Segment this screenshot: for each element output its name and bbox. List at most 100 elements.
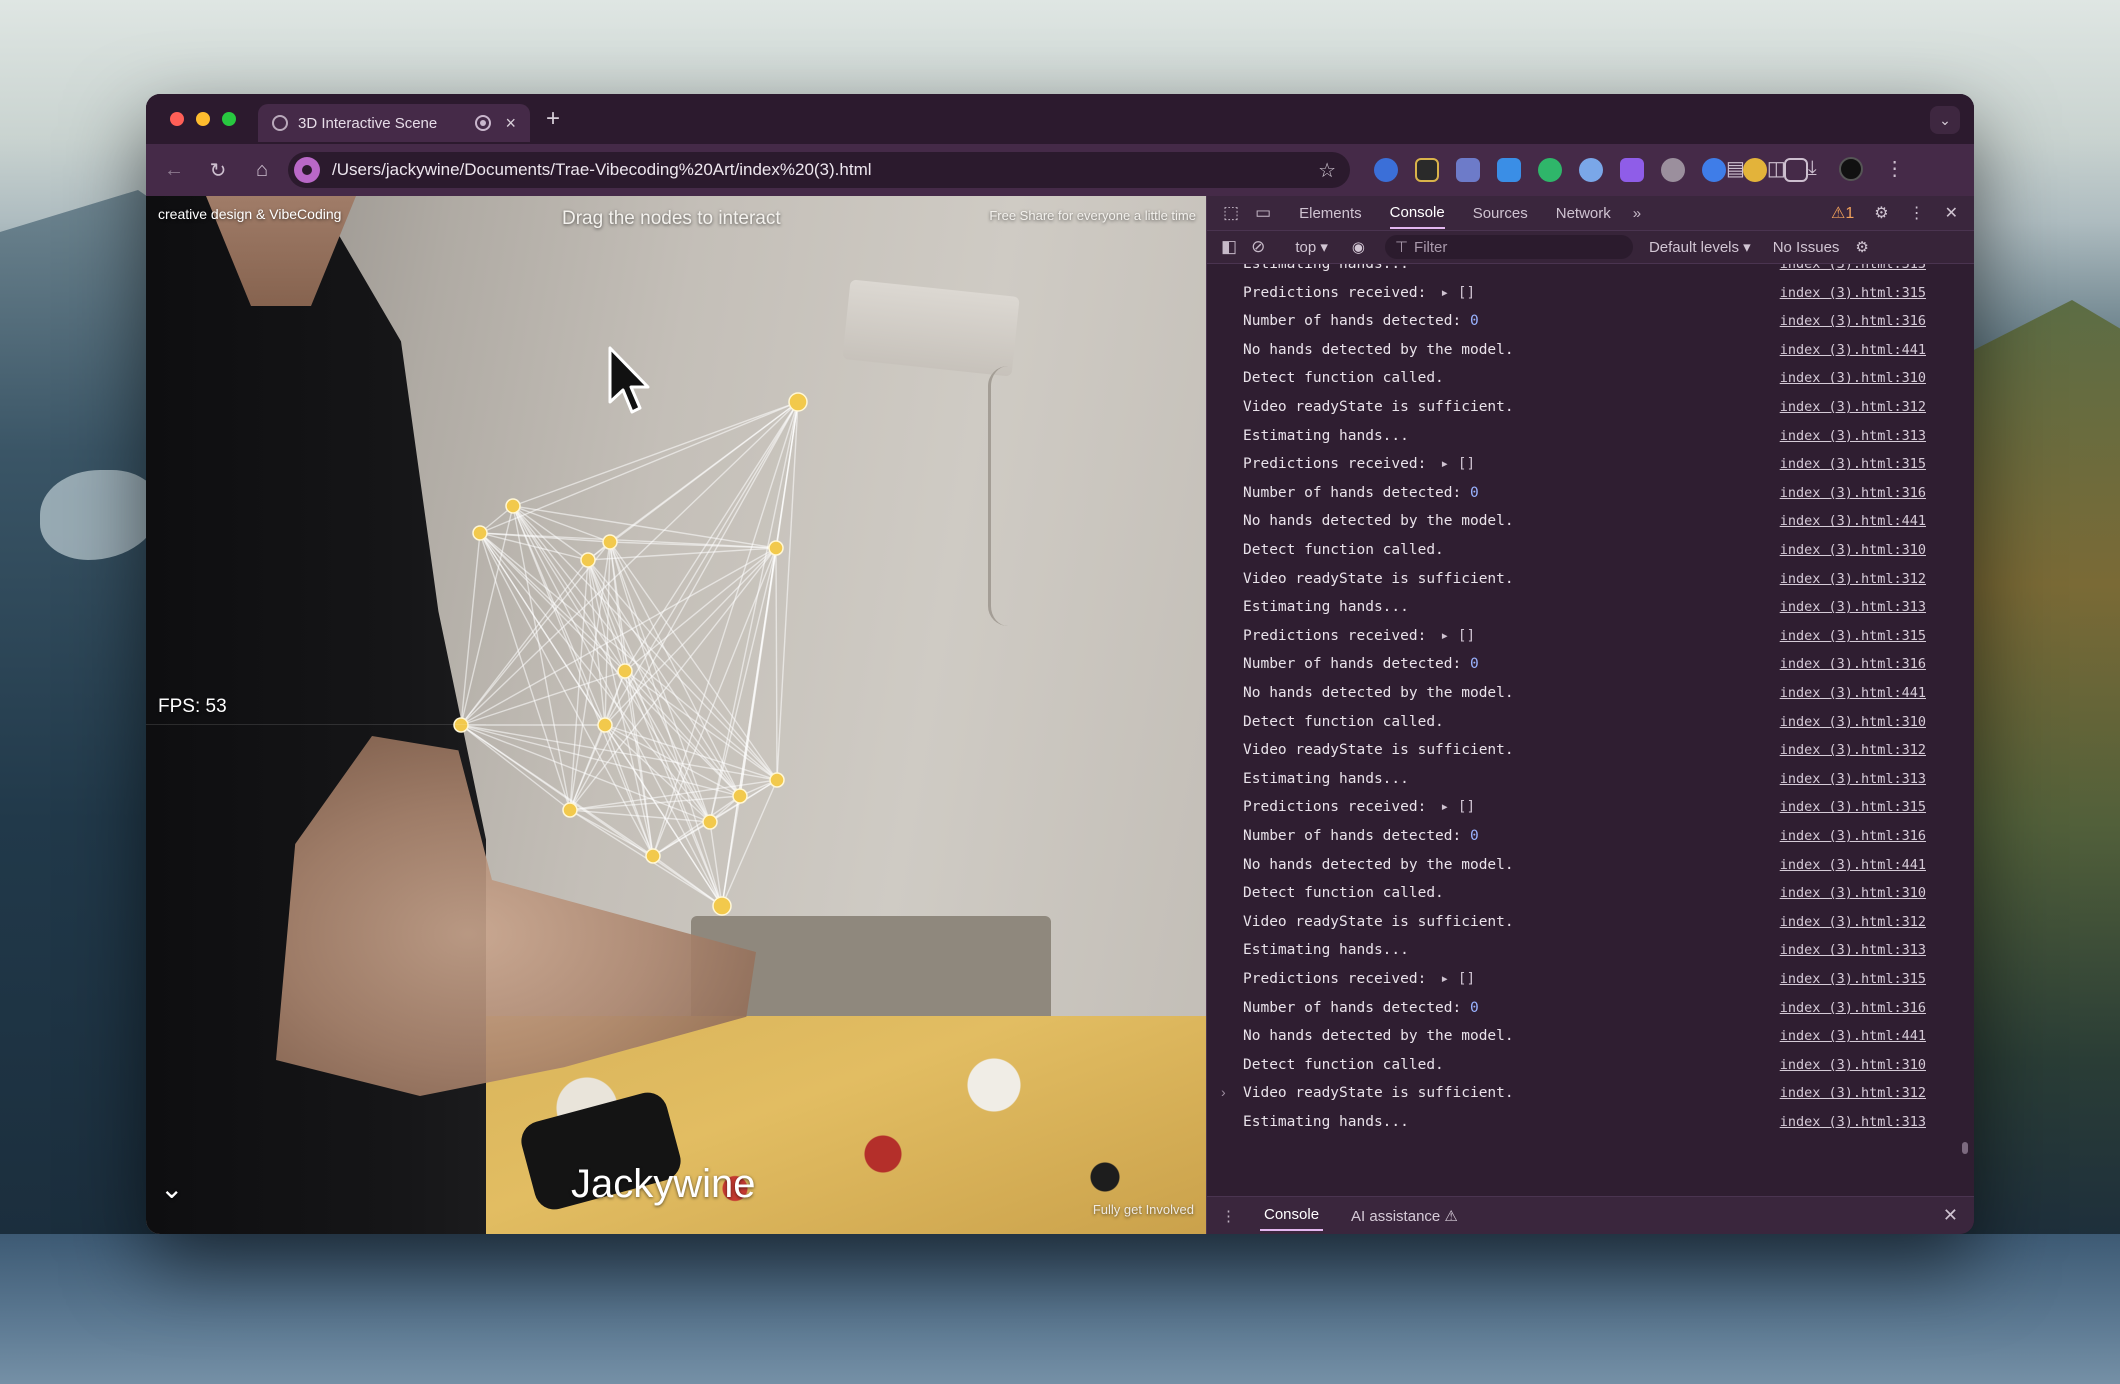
network-node[interactable]: [617, 663, 633, 679]
network-node[interactable]: [645, 848, 661, 864]
log-source-link[interactable]: index (3).html:310: [1780, 714, 1926, 730]
filter-input[interactable]: ⊤ Filter: [1384, 235, 1633, 259]
warning-badge[interactable]: ⚠1: [1831, 203, 1854, 223]
log-source-link[interactable]: index (3).html:312: [1780, 742, 1926, 758]
close-icon[interactable]: ✕: [1945, 203, 1958, 223]
device-icon[interactable]: ▭: [1255, 203, 1271, 223]
log-source-link[interactable]: index (3).html:310: [1780, 542, 1926, 558]
log-source-link[interactable]: index (3).html:312: [1780, 1085, 1926, 1101]
drawer-tab-console[interactable]: Console: [1260, 1200, 1324, 1231]
network-node[interactable]: [602, 534, 618, 550]
network-node[interactable]: [769, 772, 785, 788]
extension-icon[interactable]: [1579, 158, 1603, 182]
page-viewport[interactable]: creative design & VibeCoding Drag the no…: [146, 196, 1206, 1234]
settings-icon[interactable]: ⚙: [1874, 203, 1888, 223]
network-node[interactable]: [580, 552, 596, 568]
address-bar[interactable]: /Users/jackywine/Documents/Trae-Vibecodi…: [288, 152, 1350, 188]
issues-button[interactable]: No Issues: [1773, 239, 1840, 256]
network-node[interactable]: [788, 392, 808, 412]
drawer-close-icon[interactable]: ✕: [1943, 1205, 1958, 1226]
log-array-toggle[interactable]: ▸ []: [1440, 285, 1475, 301]
close-window-button[interactable]: [170, 112, 184, 126]
network-node[interactable]: [768, 540, 784, 556]
console-prompt[interactable]: ›: [1221, 1084, 1226, 1100]
log-source-link[interactable]: index (3).html:441: [1780, 513, 1926, 529]
log-source-link[interactable]: index (3).html:316: [1780, 1000, 1926, 1016]
site-info-icon[interactable]: [294, 157, 320, 183]
reload-icon[interactable]: ↻: [196, 158, 240, 183]
chevron-down-icon[interactable]: ⌄: [160, 1172, 183, 1205]
bookmark-star-icon[interactable]: ☆: [1318, 158, 1336, 183]
network-node[interactable]: [712, 896, 732, 916]
log-source-link[interactable]: index (3).html:312: [1780, 399, 1926, 415]
extension-icon[interactable]: [1374, 158, 1398, 182]
eye-icon[interactable]: ◉: [1352, 238, 1365, 256]
sidebar-icon[interactable]: ▤: [1726, 156, 1745, 181]
levels-select[interactable]: Default levels ▾: [1649, 238, 1751, 256]
log-source-link[interactable]: index (3).html:441: [1780, 685, 1926, 701]
context-select[interactable]: top ▾: [1295, 238, 1328, 256]
sidebar-toggle-icon[interactable]: ◧: [1221, 237, 1237, 257]
tab-console[interactable]: Console: [1389, 198, 1445, 229]
more-tabs-icon[interactable]: »: [1633, 205, 1641, 222]
extension-icon[interactable]: [1661, 158, 1685, 182]
log-source-link[interactable]: index (3).html:315: [1780, 456, 1926, 472]
log-source-link[interactable]: index (3).html:441: [1780, 342, 1926, 358]
extension-icon[interactable]: [1497, 158, 1521, 182]
minimize-window-button[interactable]: [196, 112, 210, 126]
split-view-icon[interactable]: ◫: [1767, 156, 1786, 181]
network-node[interactable]: [597, 717, 613, 733]
network-node[interactable]: [732, 788, 748, 804]
inspect-icon[interactable]: ⬚: [1223, 203, 1239, 223]
node-network[interactable]: [146, 196, 1206, 1234]
log-source-link[interactable]: index (3).html:313: [1780, 428, 1926, 444]
network-node[interactable]: [453, 717, 469, 733]
log-array-toggle[interactable]: ▸ []: [1440, 628, 1475, 644]
new-tab-button[interactable]: +: [546, 105, 560, 133]
log-source-link[interactable]: index (3).html:316: [1780, 313, 1926, 329]
log-source-link[interactable]: index (3).html:313: [1780, 771, 1926, 787]
tab-close-button[interactable]: ×: [505, 113, 516, 134]
network-node[interactable]: [472, 525, 488, 541]
menu-icon[interactable]: ⋮: [1885, 156, 1905, 181]
log-source-link[interactable]: index (3).html:315: [1780, 971, 1926, 987]
log-source-link[interactable]: index (3).html:441: [1780, 1028, 1926, 1044]
log-source-link[interactable]: index (3).html:313: [1780, 264, 1926, 272]
clear-icon[interactable]: ⊘: [1251, 237, 1265, 257]
drawer-tab-ai-assistance[interactable]: AI assistance ⚠: [1347, 1201, 1462, 1231]
back-icon[interactable]: ←: [152, 159, 196, 182]
log-source-link[interactable]: index (3).html:310: [1780, 885, 1926, 901]
log-source-link[interactable]: index (3).html:312: [1780, 571, 1926, 587]
network-node[interactable]: [505, 498, 521, 514]
extension-icon[interactable]: [1538, 158, 1562, 182]
log-array-toggle[interactable]: ▸ []: [1440, 971, 1475, 987]
log-source-link[interactable]: index (3).html:313: [1780, 942, 1926, 958]
log-array-toggle[interactable]: ▸ []: [1440, 799, 1475, 815]
download-icon[interactable]: ⤓: [1808, 157, 1817, 180]
network-node[interactable]: [562, 802, 578, 818]
network-node[interactable]: [702, 814, 718, 830]
tab-network[interactable]: Network: [1556, 199, 1611, 228]
log-array-toggle[interactable]: ▸ []: [1440, 456, 1475, 472]
avatar[interactable]: [1838, 156, 1863, 181]
log-source-link[interactable]: index (3).html:316: [1780, 828, 1926, 844]
browser-tab[interactable]: 3D Interactive Scene ×: [258, 104, 530, 142]
tab-elements[interactable]: Elements: [1299, 199, 1362, 228]
home-icon[interactable]: ⌂: [240, 159, 284, 182]
log-source-link[interactable]: index (3).html:310: [1780, 370, 1926, 386]
extension-icon[interactable]: [1456, 158, 1480, 182]
extension-icon[interactable]: [1620, 158, 1644, 182]
log-source-link[interactable]: index (3).html:441: [1780, 857, 1926, 873]
log-source-link[interactable]: index (3).html:312: [1780, 914, 1926, 930]
tab-search-button[interactable]: ⌄: [1930, 106, 1960, 134]
tab-sources[interactable]: Sources: [1473, 199, 1528, 228]
extension-icon[interactable]: [1415, 158, 1439, 182]
log-source-link[interactable]: index (3).html:316: [1780, 656, 1926, 672]
drawer-menu-icon[interactable]: ⋮: [1221, 1207, 1236, 1225]
maximize-window-button[interactable]: [222, 112, 236, 126]
log-source-link[interactable]: index (3).html:313: [1780, 1114, 1926, 1130]
devtools-menu-icon[interactable]: ⋮: [1909, 203, 1925, 223]
log-source-link[interactable]: index (3).html:315: [1780, 285, 1926, 301]
log-source-link[interactable]: index (3).html:310: [1780, 1057, 1926, 1073]
console-scrollbar[interactable]: [1962, 264, 1968, 1164]
